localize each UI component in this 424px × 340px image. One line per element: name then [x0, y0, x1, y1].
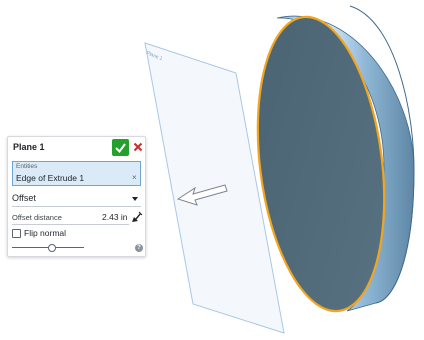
plane-feature-dialog: Plane 1 Entities Edge of Extrude 1 × Off… [7, 136, 146, 257]
entities-label: Entities [16, 163, 38, 170]
plane-type-dropdown[interactable]: Offset [12, 191, 141, 207]
offset-distance-label: Offset distance [12, 213, 62, 222]
help-icon[interactable]: ? [135, 244, 143, 252]
check-icon [115, 143, 126, 154]
graphics-viewport[interactable]: Plane 1 Plane 1 Entities Edge of Extrude… [0, 0, 424, 340]
cancel-button[interactable] [132, 141, 144, 153]
flip-direction-arrow-icon[interactable] [131, 211, 143, 223]
accept-button[interactable] [112, 139, 129, 156]
flip-normal-checkbox[interactable] [12, 229, 21, 238]
clear-selection-icon[interactable]: × [132, 173, 137, 183]
entities-selection-field[interactable]: Entities Edge of Extrude 1 × [12, 161, 141, 186]
offset-input-underline [12, 224, 129, 225]
flip-normal-row[interactable]: Flip normal [12, 228, 112, 240]
slider-thumb[interactable] [47, 244, 56, 252]
rollback-slider[interactable] [12, 243, 92, 253]
entities-value: Edge of Extrude 1 [16, 173, 85, 183]
chevron-down-icon [132, 197, 138, 201]
flip-normal-label: Flip normal [24, 228, 67, 238]
dialog-header: Plane 1 [8, 137, 145, 159]
offset-distance-input[interactable]: 2.43 in [102, 212, 128, 222]
offset-distance-row: Offset distance 2.43 in [12, 211, 143, 225]
plane-type-value: Offset [12, 193, 36, 203]
dialog-title: Plane 1 [13, 142, 45, 152]
close-icon [133, 142, 143, 152]
